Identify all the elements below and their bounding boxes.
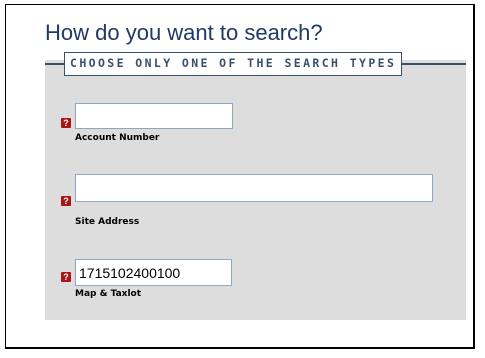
site-address-input[interactable] [75, 174, 433, 202]
help-icon[interactable]: ? [61, 272, 71, 282]
map-taxlot-input[interactable] [75, 259, 232, 286]
account-number-label: Account Number [75, 133, 160, 143]
page-title: How do you want to search? [45, 20, 323, 45]
help-icon[interactable]: ? [61, 196, 71, 206]
fieldset-legend: CHOOSE ONLY ONE OF THE SEARCH TYPES [64, 52, 403, 76]
map-taxlot-label: Map & Taxlot [75, 289, 142, 299]
help-icon[interactable]: ? [61, 118, 71, 128]
site-address-label: Site Address [75, 217, 140, 227]
account-number-input[interactable] [75, 103, 233, 129]
